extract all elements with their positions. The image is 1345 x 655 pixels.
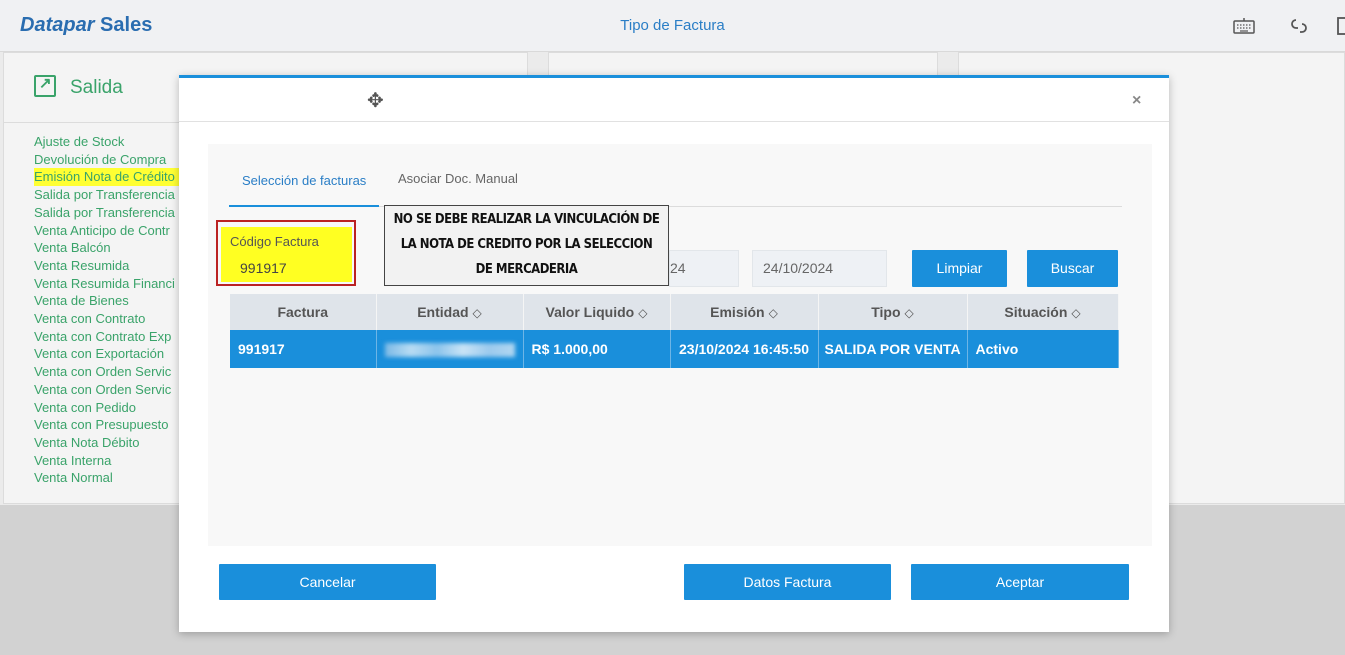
annotation-note: NO SE DEBE REALIZAR LA VINCULACIÓN DE LA… [384,205,669,286]
sort-icon: ◇ [1071,306,1081,320]
col-entidad-label: Entidad [417,304,469,320]
modal-header: ✥ × [179,78,1169,122]
menu-item[interactable]: Venta con Contrato Exp [34,328,189,346]
date-from-input[interactable]: 24 [669,250,739,287]
col-factura-label: Factura [277,304,329,320]
facturas-table: Factura Entidad ◇ Valor Liquido ◇ Emisión ◇… [230,294,1119,368]
codigo-factura-field[interactable]: Código Factura 991917 [216,220,356,286]
menu-item[interactable]: Venta Normal [34,469,189,487]
col-emision-label: Emisión [710,304,765,320]
menu-item[interactable]: Venta Resumida [34,257,189,275]
cell-valor: R$ 1.000,00 [523,330,671,368]
menu-item[interactable]: Salida por Transferencia [34,204,189,222]
menu-item[interactable]: Venta Balcón [34,239,189,257]
date-to-input[interactable]: 24/10/2024 [752,250,887,287]
col-situacion-label: Situación [1004,304,1068,320]
menu-item[interactable]: Venta con Orden Servic [34,363,189,381]
buscar-button[interactable]: Buscar [1027,250,1118,287]
salida-title: Salida [70,77,123,98]
keyboard-icon[interactable] [1232,14,1256,38]
menu-item[interactable]: Ajuste de Stock [34,133,189,151]
menu-item[interactable]: Venta con Orden Servic [34,381,189,399]
codigo-factura-label: Código Factura [230,234,319,249]
external-link-icon [34,74,56,97]
codigo-factura-input[interactable]: 991917 [240,260,287,276]
col-situacion[interactable]: Situación ◇ [967,294,1119,330]
annotation-line-2: LA NOTA DE CREDITO POR LA SELECCION [400,237,653,252]
col-factura[interactable]: Factura [230,294,377,330]
sort-icon: ◇ [638,306,648,320]
close-icon[interactable]: × [1132,92,1141,110]
table-row[interactable]: 991917 R$ 1.000,00 23/10/2024 16:45:50 S… [230,330,1119,368]
limpiar-button[interactable]: Limpiar [912,250,1007,287]
tab-seleccion-facturas[interactable]: Selección de facturas [242,173,366,188]
col-valor-liquido[interactable]: Valor Liquido ◇ [523,294,671,330]
move-icon[interactable]: ✥ [367,88,384,113]
cancelar-button[interactable]: Cancelar [219,564,436,600]
menu-item[interactable]: Venta Nota Débito [34,434,189,452]
menu-item[interactable]: Venta Anticipo de Contr [34,222,189,240]
salida-menu: Ajuste de Stock Devolución de Compra Emisi… [34,133,189,487]
screen-icon[interactable] [1335,14,1345,38]
cell-entidad [376,330,524,368]
col-entidad[interactable]: Entidad ◇ [376,294,524,330]
sort-icon: ◇ [472,306,482,320]
col-tipo[interactable]: Tipo ◇ [818,294,968,330]
aceptar-button[interactable]: Aceptar [911,564,1129,600]
top-header: Datapar Sales Tipo de Factura [0,0,1345,52]
col-emision[interactable]: Emisión ◇ [670,294,819,330]
menu-item[interactable]: Venta con Presupuesto [34,416,189,434]
cell-emision: 23/10/2024 16:45:50 [670,330,819,368]
menu-item[interactable]: Venta con Exportación [34,345,189,363]
active-tab-indicator [229,205,379,207]
annotation-line-1: NO SE DEBE REALIZAR LA VINCULACIÓN DE [393,212,660,227]
cell-factura: 991917 [230,330,377,368]
sort-icon: ◇ [768,306,778,320]
menu-item[interactable]: Devolución de Compra [34,151,189,169]
datos-factura-button[interactable]: Datos Factura [684,564,891,600]
page-title: Tipo de Factura [620,17,725,34]
menu-item[interactable]: Emisión Nota de Crédito [34,168,189,187]
menu-item[interactable]: Venta Resumida Financi [34,275,189,293]
table-header-row: Factura Entidad ◇ Valor Liquido ◇ Emisión ◇… [230,294,1119,330]
cell-situacion: Activo [967,330,1119,368]
factura-modal: ✥ × Selección de facturas Asociar Doc. M… [179,75,1169,632]
col-tipo-label: Tipo [871,304,901,320]
menu-item[interactable]: Venta con Contrato [34,310,189,328]
col-valor-liquido-label: Valor Liquido [545,304,635,320]
menu-item[interactable]: Salida por Transferencia [34,186,189,204]
annotation-line-3: DE MERCADERIA [475,262,578,277]
sort-icon: ◇ [904,306,914,320]
menu-item[interactable]: Venta de Bienes [34,292,189,310]
blurred-entity [384,343,515,358]
menu-item[interactable]: Venta Interna [34,452,189,470]
menu-item[interactable]: Venta con Pedido [34,399,189,417]
link-icon[interactable] [1287,14,1311,38]
tab-asociar-doc-manual[interactable]: Asociar Doc. Manual [398,171,518,186]
cell-tipo: SALIDA POR VENTA [818,330,968,368]
